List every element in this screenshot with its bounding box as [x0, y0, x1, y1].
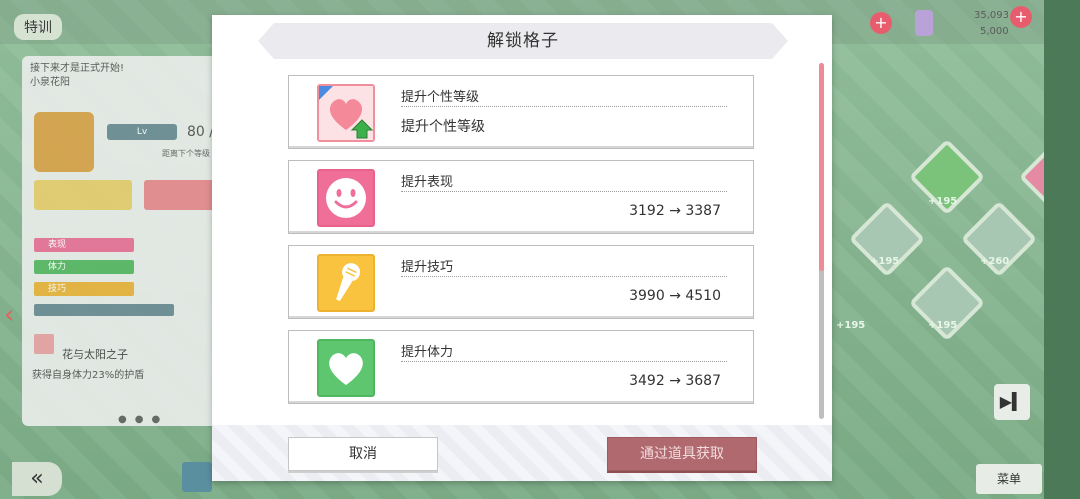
skill-desc: 获得自身体力23%的护盾	[32, 370, 145, 381]
back-button[interactable]: «	[12, 462, 62, 496]
effect-value: 3192 → 3387	[629, 203, 721, 219]
effect-value: 3990 → 4510	[629, 288, 721, 304]
card-header-line1: 接下来才是正式开始!	[30, 63, 125, 74]
stat-bar-appeal: 表现	[34, 238, 134, 252]
row-divider	[289, 401, 753, 403]
effect-row-appeal: 提升表现 3192 → 3387	[288, 160, 754, 234]
heart-up-icon	[317, 84, 375, 142]
effect-row-stamina: 提升体力 3492 → 3687	[288, 330, 754, 404]
add-currency-icon[interactable]: +	[1010, 6, 1032, 28]
node-label: +195	[928, 196, 958, 207]
screen-title: 特训	[14, 14, 62, 40]
level-sub: 距离下个等级	[162, 149, 210, 158]
stat-bar-stamina: 体力	[34, 260, 134, 274]
row-divider	[289, 316, 753, 318]
effect-row-technique: 提升技巧 3990 → 4510	[288, 245, 754, 319]
node-label: +195	[836, 320, 866, 331]
heart-icon	[317, 339, 375, 397]
card-panel: 接下来才是正式开始! 小泉花阳 Lv 80 / 距离下个等级 表现 体力 技巧 …	[22, 56, 220, 426]
level-badge: Lv	[107, 124, 177, 140]
smile-icon	[317, 169, 375, 227]
item-icon	[915, 10, 933, 36]
dialog-footer: 取消 通过道具获取	[212, 425, 832, 481]
effect-label: 提升技巧	[401, 256, 727, 277]
prev-arrow-icon[interactable]: ‹	[4, 300, 14, 330]
cancel-button[interactable]: 取消	[288, 437, 438, 471]
card-header-line2: 小泉花阳	[30, 77, 70, 88]
effect-label: 提升表现	[401, 171, 727, 192]
dialog-title: 解锁格子	[487, 31, 559, 51]
skip-button[interactable]: ▶▍	[994, 384, 1030, 420]
page-dots: ●●●	[118, 414, 169, 425]
effect-row-personality: 提升个性等级 提升个性等级	[288, 75, 754, 149]
scrollbar-thumb[interactable]	[819, 63, 824, 271]
effect-value: 3492 → 3687	[629, 373, 721, 389]
microphone-icon	[317, 254, 375, 312]
node-label: +260	[980, 256, 1010, 267]
obtain-via-item-button[interactable]: 通过道具获取	[607, 437, 757, 471]
card-header: 接下来才是正式开始! 小泉花阳	[30, 62, 124, 90]
currency-bottom: 5,000	[980, 26, 1009, 37]
special-bar	[34, 304, 174, 316]
effect-value: 提升个性等级	[401, 119, 485, 135]
awaken-button[interactable]	[144, 180, 214, 210]
practice-button[interactable]	[34, 180, 132, 210]
effect-label: 提升个性等级	[401, 86, 727, 107]
level-value: 80 /	[187, 124, 214, 140]
node-label: +195	[928, 320, 958, 331]
node-label: +195	[870, 256, 900, 267]
stat-bar-technique: 技巧	[34, 282, 134, 296]
bottom-tab-button[interactable]	[182, 462, 212, 492]
dialog-title-bar: 解锁格子	[258, 23, 788, 59]
row-divider	[289, 146, 753, 148]
add-gems-icon[interactable]: +	[870, 12, 892, 34]
currency-top: 35,093	[974, 10, 1009, 21]
effect-label: 提升体力	[401, 341, 727, 362]
unlock-cell-dialog: 解锁格子 提升个性等级 提升个性等级 提升表现 3192 → 3387 提升技巧…	[212, 15, 832, 481]
right-edge	[1044, 0, 1080, 499]
unlock-effects-list[interactable]: 提升个性等级 提升个性等级 提升表现 3192 → 3387 提升技巧 3990…	[288, 75, 756, 411]
skill-name: 花与太阳之子	[62, 348, 128, 361]
skill-icon	[34, 334, 54, 354]
row-divider	[289, 231, 753, 233]
card-thumbnail[interactable]	[34, 112, 94, 172]
menu-button[interactable]: 菜单	[976, 464, 1042, 494]
